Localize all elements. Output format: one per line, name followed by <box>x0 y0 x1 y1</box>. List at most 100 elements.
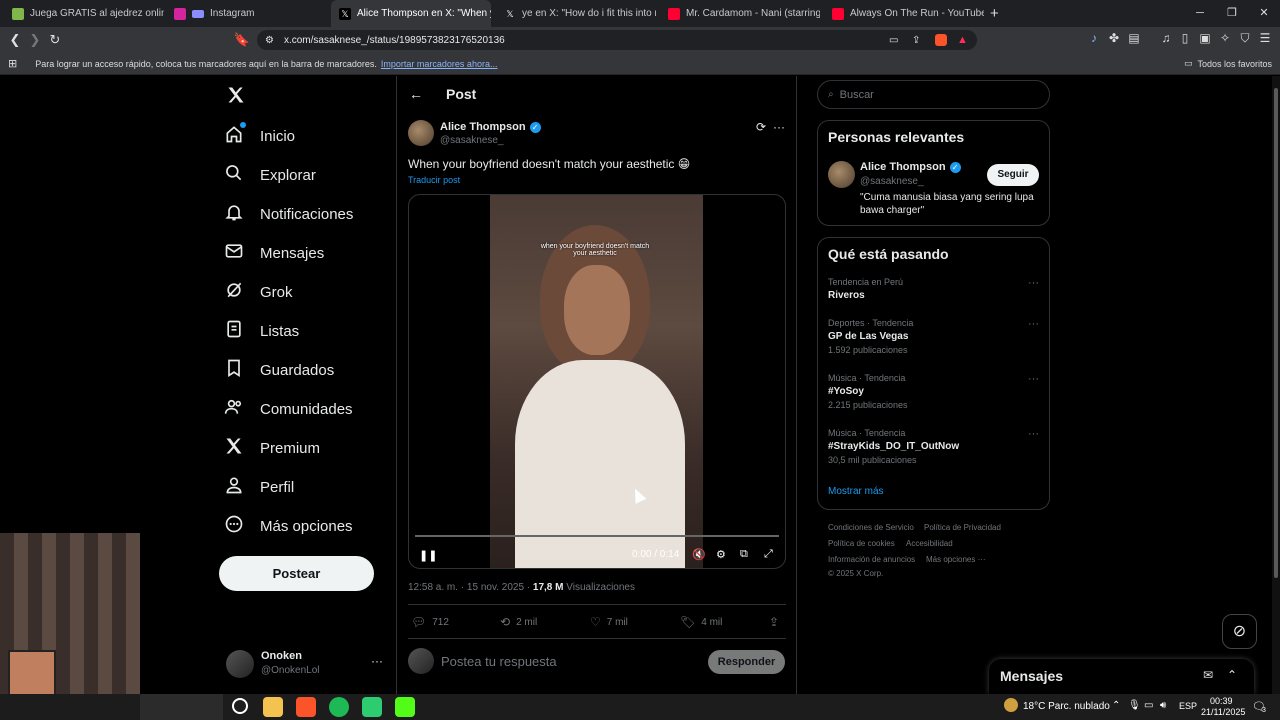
footer-link[interactable]: Información de anuncios <box>828 555 915 564</box>
relevant-name[interactable]: Alice Thompson <box>860 161 946 173</box>
bookmark-button[interactable]: 🏷︎ 4 mil <box>680 615 722 629</box>
settings-gear-icon[interactable]: ⚙ <box>716 548 726 561</box>
forward-icon[interactable]: ❯ <box>26 31 44 49</box>
search-input[interactable]: ⌕ Buscar <box>817 80 1050 109</box>
nav-item-mas-opciones[interactable]: Más opciones <box>224 514 353 538</box>
author-name[interactable]: Alice Thompson <box>440 121 526 133</box>
footer-link[interactable]: Política de Privacidad <box>924 523 1001 532</box>
tab-ye[interactable]: 𝕏ye en X: "How do i fit this into my he <box>496 0 656 27</box>
footer-link[interactable]: Más opciones ··· <box>926 555 986 564</box>
clock-time[interactable]: 00:39 <box>1210 696 1233 706</box>
extensions-icon[interactable]: ✤ <box>1105 31 1123 45</box>
nav-item-premium[interactable]: Premium <box>224 436 320 460</box>
back-icon[interactable]: ❮ <box>6 31 24 49</box>
repost-button[interactable]: ⟲ 2 mil <box>500 615 537 629</box>
chevron-up-icon[interactable]: ⌃ <box>1112 700 1120 711</box>
clock-date[interactable]: 21/11/2025 <box>1201 707 1245 717</box>
wallet-icon[interactable]: ▣ <box>1196 31 1214 45</box>
network-icon[interactable]: ▭ <box>1144 700 1153 711</box>
share-button[interactable]: ⇪ <box>769 615 779 629</box>
new-message-icon[interactable]: ✉ <box>1203 668 1213 682</box>
trend-item[interactable]: Deportes · Tendencia GP de Las Vegas 1.5… <box>828 318 1043 355</box>
file-explorer-icon[interactable] <box>263 697 283 717</box>
bookmark-page-icon[interactable]: 🔖 <box>233 31 251 49</box>
cortana-icon[interactable] <box>232 698 248 714</box>
restore-icon[interactable]: ❐ <box>1216 0 1248 27</box>
nav-item-grok[interactable]: Grok <box>224 280 293 304</box>
nav-item-guardados[interactable]: Guardados <box>224 358 334 382</box>
trend-item[interactable]: Música · Tendencia #YoSoy 2.215 publicac… <box>828 373 1043 410</box>
tab-mr-cardamom[interactable]: Mr. Cardamom - Nani (starring Madi <box>660 0 820 27</box>
author-handle[interactable]: @sasaknese_ <box>440 135 504 146</box>
language-indicator[interactable]: ESP <box>1179 701 1197 711</box>
all-bookmarks-button[interactable]: ▭ Todos los favoritos <box>1184 58 1272 69</box>
media-icon[interactable]: ♫ <box>1157 31 1175 45</box>
responder-button[interactable]: Responder <box>708 650 785 674</box>
nav-item-comunidades[interactable]: Comunidades <box>224 397 353 421</box>
tab-always-on-the-run[interactable]: Always On The Run - YouTube <box>824 0 984 27</box>
messages-drawer[interactable]: Mensajes ✉ ⌃ <box>989 659 1254 694</box>
page-scrollbar[interactable] <box>1272 76 1280 694</box>
follow-button[interactable]: Seguir <box>987 164 1039 186</box>
trend-more-icon[interactable]: ··· <box>1028 373 1039 385</box>
reload-icon[interactable]: ↻ <box>46 31 64 49</box>
avatar[interactable] <box>828 161 855 188</box>
spotify-icon[interactable] <box>329 697 349 717</box>
brave-icon[interactable] <box>296 697 316 717</box>
author-avatar[interactable] <box>408 120 434 146</box>
close-window-icon[interactable]: ✕ <box>1248 0 1280 27</box>
new-tab-icon[interactable]: + <box>990 5 999 22</box>
apps-grid-icon[interactable]: ⊞ <box>8 57 17 70</box>
show-more-link[interactable]: Mostrar más <box>828 486 884 497</box>
minimize-icon[interactable]: ─ <box>1184 0 1216 27</box>
grok-fab-icon[interactable]: ⊘ <box>1222 614 1257 649</box>
mic-icon[interactable]: 🎙︎ <box>1128 700 1141 711</box>
nav-item-explorar[interactable]: Explorar <box>224 163 316 187</box>
footer-link[interactable]: Política de cookies <box>828 539 895 548</box>
nav-item-perfil[interactable]: Perfil <box>224 475 294 499</box>
audio-playing-icon[interactable]: ♪ <box>1085 31 1103 45</box>
dock-icon[interactable]: ⧉ <box>740 548 748 561</box>
post-more-icon[interactable]: ··· <box>773 120 785 134</box>
video-progress-track[interactable] <box>415 535 779 537</box>
nav-item-notificaciones[interactable]: Notificaciones <box>224 202 353 226</box>
tab-instagram[interactable]: Instagram <box>166 0 326 27</box>
app-icon[interactable] <box>362 697 382 717</box>
sidebar-icon[interactable]: ▯ <box>1176 31 1194 45</box>
x-logo-icon[interactable] <box>226 85 246 110</box>
site-info-icon[interactable]: ⚙ <box>265 35 274 46</box>
nav-item-mensajes[interactable]: Mensajes <box>224 241 324 265</box>
trend-more-icon[interactable]: ··· <box>1028 277 1039 289</box>
trend-more-icon[interactable]: ··· <box>1028 318 1039 330</box>
fullscreen-icon[interactable]: ⤢ <box>764 548 773 561</box>
mute-icon[interactable]: 🔇 <box>692 548 706 561</box>
brave-shield-icon[interactable] <box>935 34 947 46</box>
trend-item[interactable]: Música · Tendencia #StrayKids_DO_IT_OutN… <box>828 428 1043 465</box>
trend-more-icon[interactable]: ··· <box>1028 428 1039 440</box>
pause-icon[interactable]: ❚❚ <box>419 549 437 562</box>
trend-item[interactable]: Tendencia en Perú Riveros ··· <box>828 277 1043 301</box>
brave-rewards-icon[interactable]: ▲ <box>957 34 968 46</box>
video-player[interactable]: when your boyfriend doesn't match your a… <box>408 194 786 569</box>
chevron-up-icon[interactable]: ⌃ <box>1227 668 1237 682</box>
nav-item-inicio[interactable]: Inicio <box>224 122 295 148</box>
import-bookmarks-link[interactable]: Importar marcadores ahora... <box>381 59 498 69</box>
url-field[interactable]: ⚙ x.com/sasaknese_/status/19895738231765… <box>257 30 977 50</box>
share-icon[interactable]: ⇪ <box>912 35 920 46</box>
reply-input[interactable]: Postea tu respuesta <box>441 654 557 669</box>
reader-icon[interactable]: ▤ <box>1125 31 1143 45</box>
nav-item-listas[interactable]: Listas <box>224 319 299 343</box>
menu-icon[interactable]: ☰ <box>1256 31 1274 45</box>
grok-explain-icon[interactable]: ⟳ <box>756 120 766 134</box>
reply-button[interactable]: 💬︎ 712 <box>411 615 449 629</box>
scrollbar-thumb[interactable] <box>1274 88 1278 578</box>
footer-link[interactable]: Accesibilidad <box>906 539 953 548</box>
taskbar-search[interactable] <box>140 694 223 720</box>
cast-icon[interactable]: ▭ <box>889 35 898 46</box>
vpn-icon[interactable]: ⛉ <box>1236 31 1254 46</box>
volume-icon[interactable]: 🔊︎ <box>1160 700 1166 711</box>
translate-link[interactable]: Traducir post <box>408 175 460 185</box>
account-switcher[interactable]: Onoken @OnokenLol ··· <box>226 648 386 680</box>
post-button[interactable]: Postear <box>219 556 374 591</box>
tab-alice-thompson[interactable]: 𝕏Alice Thompson en X: "When yo✕ <box>331 0 491 27</box>
